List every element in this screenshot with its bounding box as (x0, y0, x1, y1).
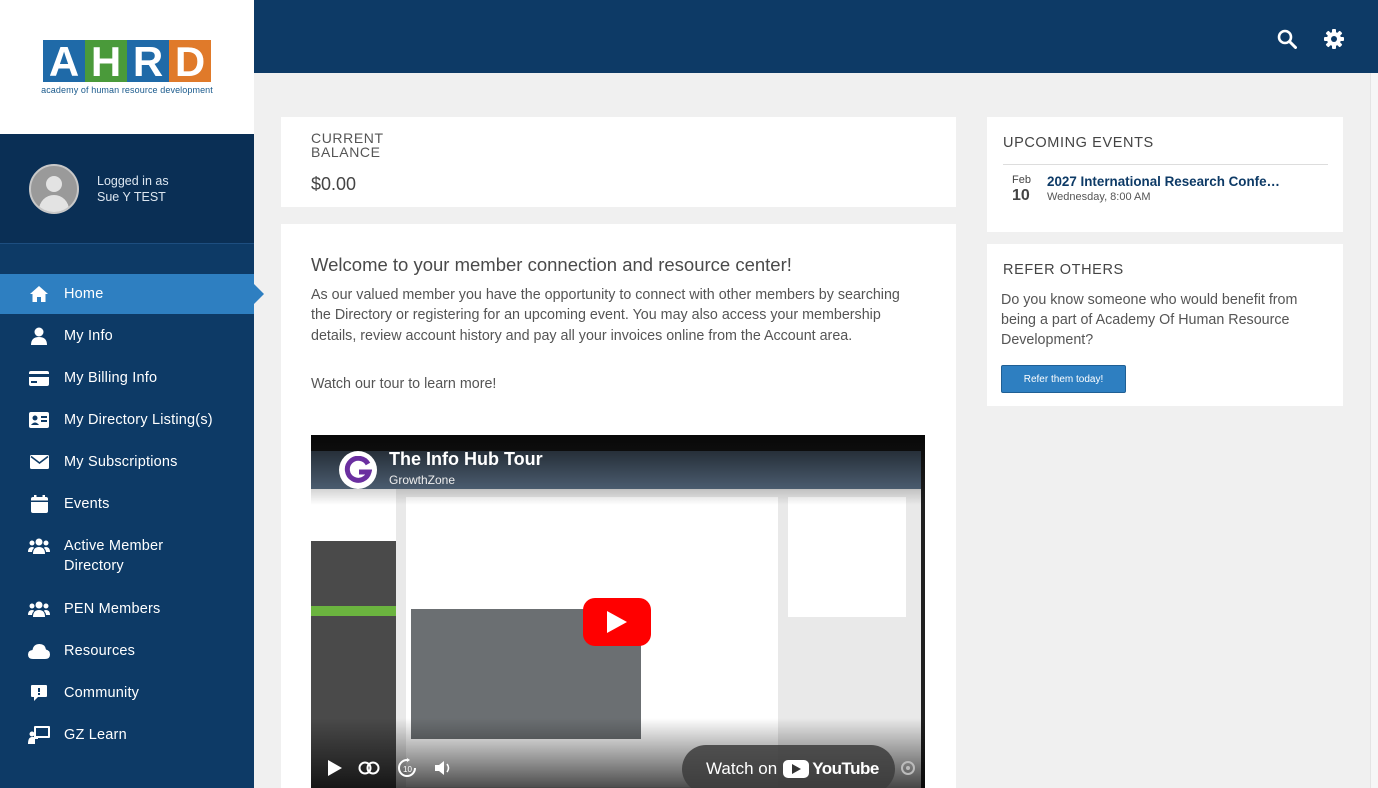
nav-item-gz-learn[interactable]: GZ Learn (0, 713, 254, 755)
event-time: Wednesday, 8:00 AM (1047, 191, 1151, 203)
play-button[interactable] (583, 598, 651, 646)
sidebar: A H R D academy of human resource develo… (0, 0, 264, 788)
welcome-title: Welcome to your member connection and re… (311, 254, 792, 275)
play-icon[interactable] (323, 756, 347, 780)
main-nav: Home My Info My Billing Info My Director… (0, 274, 264, 755)
loop-icon[interactable] (357, 756, 381, 780)
logo-letter: D (169, 39, 211, 83)
event-month: Feb (1012, 174, 1031, 186)
home-icon (28, 283, 50, 305)
logo-letter: A (43, 39, 85, 83)
nav-item-my-billing-info[interactable]: My Billing Info (0, 356, 254, 398)
current-balance-card: CURRENT BALANCE $0.00 (281, 117, 956, 207)
user-name: Sue Y TEST (97, 189, 166, 204)
balance-value: $0.00 (311, 174, 357, 194)
divider (1003, 164, 1328, 165)
top-bar (254, 0, 1378, 73)
id-card-icon (28, 409, 50, 431)
nav-label: Events (64, 496, 110, 512)
nav-item-my-directory-listings[interactable]: My Directory Listing(s) (0, 398, 254, 440)
replay-10-icon[interactable]: 10 (395, 756, 419, 780)
video-channel[interactable]: GrowthZone (389, 473, 455, 487)
logo[interactable]: A H R D academy of human resource develo… (0, 0, 254, 134)
nav-label: Resources (64, 643, 136, 659)
volume-icon[interactable] (433, 756, 457, 780)
calendar-icon (28, 493, 50, 515)
nav-label: Community (64, 685, 140, 701)
envelope-icon (28, 451, 50, 473)
presentation-icon (28, 724, 50, 746)
logged-in-label: Logged in as (97, 173, 169, 188)
video-thumb-active-item (311, 606, 396, 616)
svg-text:10: 10 (403, 765, 412, 774)
user-icon (28, 325, 50, 347)
avatar[interactable] (29, 163, 79, 214)
section-title: REFER OTHERS (1003, 262, 1124, 278)
credit-card-icon (28, 367, 50, 389)
welcome-card: Welcome to your member connection and re… (281, 224, 956, 788)
users-icon (28, 598, 50, 620)
nav-item-pen-members[interactable]: PEN Members (0, 587, 254, 629)
nav-label: Active Member Directory (64, 538, 164, 574)
nav-item-community[interactable]: Community (0, 671, 254, 713)
upcoming-events-card: UPCOMING EVENTS Feb 10 2027 Internationa… (987, 117, 1343, 232)
nav-label: PEN Members (64, 601, 161, 617)
youtube-logo-icon: YouTube (783, 759, 879, 779)
youtube-wordmark: YouTube (812, 759, 879, 778)
user-info: Logged in as Sue Y TEST (97, 173, 169, 205)
balance-label: CURRENT BALANCE (311, 130, 384, 160)
page-scrollbar[interactable] (1370, 73, 1378, 788)
watch-on-youtube-button[interactable]: Watch on YouTube (682, 745, 895, 788)
nav-item-active-member-directory[interactable]: Active Member Directory (0, 524, 254, 587)
welcome-body: As our valued member you have the opport… (311, 287, 900, 344)
nav-label: GZ Learn (64, 727, 127, 743)
nav-item-home[interactable]: Home (0, 274, 264, 314)
logo-letter: H (85, 39, 127, 83)
nav-label: My Info (64, 328, 113, 344)
nav-label: My Billing Info (64, 370, 158, 386)
gear-icon[interactable] (896, 756, 920, 780)
nav-item-my-subscriptions[interactable]: My Subscriptions (0, 440, 254, 482)
channel-avatar-icon[interactable] (339, 451, 377, 489)
ahrd-logo-mark: A H R D (43, 39, 211, 83)
gear-icon[interactable] (1323, 28, 1345, 50)
section-title: UPCOMING EVENTS (1003, 135, 1154, 151)
refer-button[interactable]: Refer them today! (1001, 365, 1126, 393)
logo-letter: R (127, 39, 169, 83)
video-embed[interactable]: The Info Hub Tour GrowthZone 10 Watch on… (311, 435, 925, 788)
search-icon[interactable] (1276, 28, 1298, 50)
tour-text: Watch our tour to learn more! (311, 376, 497, 392)
refer-others-card: REFER OTHERS Do you know someone who wou… (987, 244, 1343, 406)
cloud-icon (28, 640, 50, 662)
video-top-gradient (311, 435, 925, 505)
user-panel: Logged in as Sue Y TEST (0, 134, 254, 244)
logo-tagline: academy of human resource development (41, 84, 213, 95)
nav-label: Home (64, 286, 104, 302)
watch-on-label: Watch on (706, 759, 778, 778)
nav-item-events[interactable]: Events (0, 482, 254, 524)
users-icon (28, 535, 50, 557)
video-thumb-right-panel (788, 497, 906, 617)
nav-label: My Directory Listing(s) (64, 412, 213, 428)
chat-icon (28, 682, 50, 704)
event-day: 10 (1012, 187, 1030, 204)
refer-text: Do you know someone who would benefit fr… (1001, 292, 1298, 348)
video-title[interactable]: The Info Hub Tour (389, 449, 543, 470)
nav-label: My Subscriptions (64, 454, 178, 470)
nav-item-resources[interactable]: Resources (0, 629, 254, 671)
event-title-link[interactable]: 2027 International Research Confe… (1047, 174, 1307, 189)
nav-item-my-info[interactable]: My Info (0, 314, 254, 356)
